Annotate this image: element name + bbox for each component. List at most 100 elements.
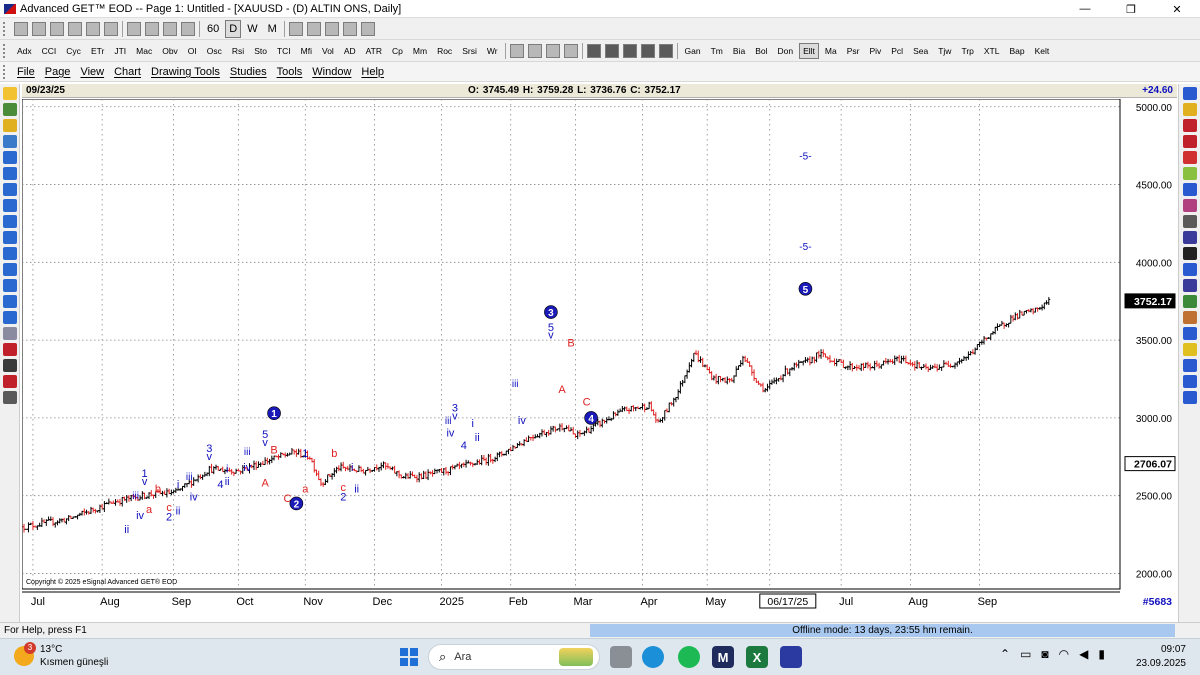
study-button-psr[interactable]: Psr: [843, 43, 864, 59]
study-tool-icon[interactable]: [1183, 87, 1197, 100]
chart-type-icon[interactable]: [306, 21, 321, 36]
save-icon[interactable]: [50, 21, 64, 36]
study-button-ad[interactable]: AD: [340, 43, 360, 59]
layout-icon[interactable]: [640, 43, 655, 58]
study-tool-icon[interactable]: [1183, 247, 1197, 260]
menu-drawing-tools[interactable]: Drawing Tools: [151, 66, 220, 78]
menu-page[interactable]: Page: [45, 66, 71, 78]
study-tool-icon[interactable]: [1183, 343, 1197, 356]
drawing-tool-icon[interactable]: [3, 359, 17, 372]
study-button-xtl[interactable]: XTL: [980, 43, 1004, 59]
chart-icon[interactable]: [127, 21, 141, 36]
refresh-icon[interactable]: [145, 21, 159, 36]
chart-type-icon[interactable]: [324, 21, 339, 36]
study-button-vol[interactable]: Vol: [318, 43, 338, 59]
study-button-cp[interactable]: Cp: [388, 43, 407, 59]
wifi-icon[interactable]: ◠: [1059, 647, 1069, 661]
study-button-trp[interactable]: Trp: [957, 43, 977, 59]
excel-icon[interactable]: X: [746, 646, 768, 668]
study-button-gan[interactable]: Gan: [681, 43, 705, 59]
study-button-sea[interactable]: Sea: [909, 43, 932, 59]
interval-daily-button[interactable]: D: [225, 19, 242, 38]
display-icon[interactable]: ▭: [1020, 647, 1031, 661]
drawing-tool-icon[interactable]: [3, 151, 17, 164]
advanced-get-icon[interactable]: [780, 646, 802, 668]
study-button-kelt[interactable]: Kelt: [1031, 43, 1054, 59]
drawing-tool-icon[interactable]: [3, 87, 17, 100]
study-tool-icon[interactable]: [1183, 199, 1197, 212]
study-tool-icon[interactable]: [509, 43, 524, 58]
study-button-jti[interactable]: JTI: [110, 43, 130, 59]
study-tool-icon[interactable]: [1183, 231, 1197, 244]
drawing-tool-icon[interactable]: [3, 183, 17, 196]
drawing-tool-icon[interactable]: [3, 119, 17, 132]
study-tool-icon[interactable]: [1183, 215, 1197, 228]
drawing-tool-icon[interactable]: [3, 279, 17, 292]
study-tool-icon[interactable]: [1183, 327, 1197, 340]
study-button-piv[interactable]: Piv: [865, 43, 885, 59]
study-tool-icon[interactable]: [1183, 151, 1197, 164]
study-button-mac[interactable]: Mac: [132, 43, 156, 59]
interval-weekly-button[interactable]: W: [243, 20, 261, 38]
restore-button[interactable]: ❐: [1108, 0, 1154, 18]
study-tool-icon[interactable]: [1183, 375, 1197, 388]
study-tool-icon[interactable]: [1183, 183, 1197, 196]
menu-studies[interactable]: Studies: [230, 66, 267, 78]
study-tool-icon[interactable]: [1183, 135, 1197, 148]
volume-icon[interactable]: ◀: [1079, 647, 1088, 661]
layout-icon[interactable]: [586, 43, 601, 58]
minimize-button[interactable]: —: [1062, 0, 1108, 18]
clock[interactable]: 09:07 23.09.2025: [1136, 643, 1186, 671]
study-button-etr[interactable]: ETr: [87, 43, 108, 59]
start-button[interactable]: [400, 648, 418, 666]
study-button-bol[interactable]: Bol: [751, 43, 771, 59]
study-button-wr[interactable]: Wr: [483, 43, 502, 59]
study-tool-icon[interactable]: [545, 43, 560, 58]
drawing-tool-icon[interactable]: [3, 375, 17, 388]
study-tool-icon[interactable]: [1183, 103, 1197, 116]
study-tool-icon[interactable]: [1183, 295, 1197, 308]
toolbar-grip[interactable]: [3, 43, 9, 58]
metastock-icon[interactable]: M: [712, 646, 734, 668]
price-chart[interactable]: 1viiiiviiba c2iiiiiiiv3v4iiiiiiiv5vBAC1ab…: [22, 99, 1177, 622]
drawing-tool-icon[interactable]: [3, 135, 17, 148]
toolbar-grip[interactable]: [3, 21, 9, 36]
settings-icon[interactable]: [181, 21, 195, 36]
study-tool-icon[interactable]: [1183, 311, 1197, 324]
layout-icon[interactable]: [622, 43, 637, 58]
menu-grip[interactable]: [3, 64, 9, 79]
study-button-srsi[interactable]: Srsi: [458, 43, 481, 59]
study-button-mfi[interactable]: Mfi: [297, 43, 316, 59]
study-button-ma[interactable]: Ma: [821, 43, 841, 59]
study-button-don[interactable]: Don: [773, 43, 797, 59]
drawing-tool-icon[interactable]: [3, 263, 17, 276]
menu-help[interactable]: Help: [361, 66, 384, 78]
study-button-atr[interactable]: ATR: [362, 43, 386, 59]
study-button-mm[interactable]: Mm: [409, 43, 431, 59]
drawing-tool-icon[interactable]: [3, 343, 17, 356]
study-tool-icon[interactable]: [1183, 263, 1197, 276]
edge-browser-icon[interactable]: [642, 646, 664, 668]
drawing-tool-icon[interactable]: [3, 295, 17, 308]
drawing-tool-icon[interactable]: [3, 391, 17, 404]
drawing-tool-icon[interactable]: [3, 231, 17, 244]
study-button-osc[interactable]: Osc: [203, 43, 226, 59]
close-layout-icon[interactable]: [658, 43, 673, 58]
study-button-sto[interactable]: Sto: [250, 43, 271, 59]
drawing-tool-icon[interactable]: [3, 103, 17, 116]
menu-view[interactable]: View: [80, 66, 104, 78]
new-page-icon[interactable]: [14, 21, 28, 36]
close-button[interactable]: ✕: [1154, 0, 1200, 18]
study-button-tjw[interactable]: Tjw: [934, 43, 955, 59]
layout-icon[interactable]: [604, 43, 619, 58]
chart-type-icon[interactable]: [360, 21, 375, 36]
study-button-obv[interactable]: Obv: [158, 43, 182, 59]
study-tool-icon[interactable]: [1183, 167, 1197, 180]
study-button-bap[interactable]: Bap: [1005, 43, 1028, 59]
copy-icon[interactable]: [104, 21, 118, 36]
study-button-ellt[interactable]: Ellt: [799, 42, 819, 59]
interval-monthly-button[interactable]: M: [264, 20, 281, 38]
task-view-icon[interactable]: [610, 646, 632, 668]
drawing-tool-icon[interactable]: [3, 311, 17, 324]
study-button-pcl[interactable]: Pcl: [887, 43, 907, 59]
